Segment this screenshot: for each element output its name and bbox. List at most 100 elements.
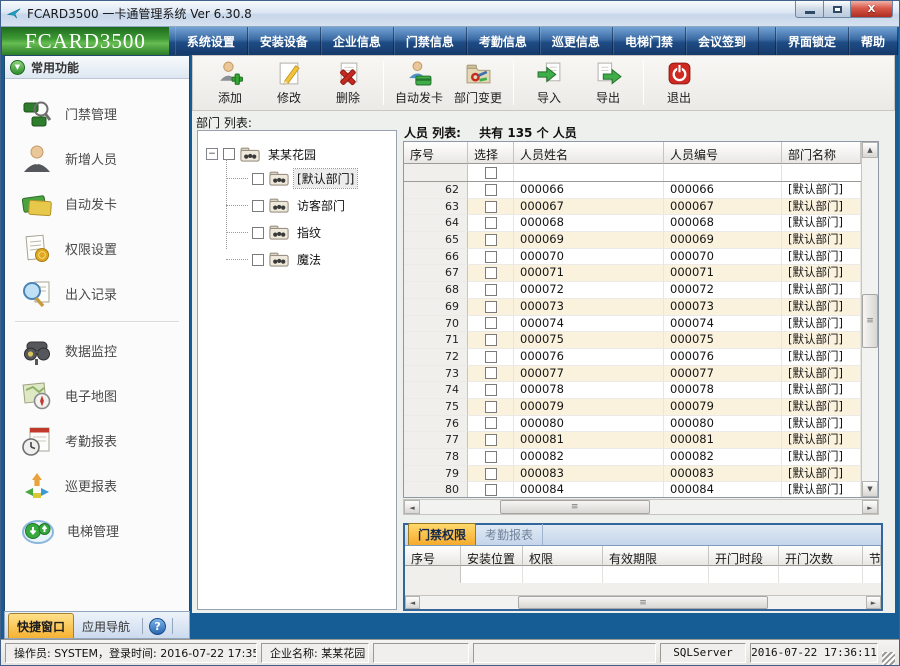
sidebar-item-permission[interactable]: 权限设置	[5, 226, 189, 271]
row-checkbox[interactable]	[485, 234, 497, 246]
menu-item[interactable]: 门禁信息	[394, 27, 467, 55]
dept-change-button[interactable]: 部门变更	[449, 58, 507, 108]
table-row[interactable]: 67 000071 000071 [默认部门]	[404, 265, 861, 282]
tree-child-row[interactable]: 魔法	[252, 246, 396, 273]
table-row[interactable]: 73 000077 000077 [默认部门]	[404, 366, 861, 383]
tree-root-row[interactable]: − 某某花园	[206, 143, 396, 165]
row-checkbox[interactable]	[485, 384, 497, 396]
detail-horizontal-scrollbar[interactable]: ◄ ≡ ►	[405, 595, 881, 609]
table-row[interactable]: 68 000072 000072 [默认部门]	[404, 282, 861, 299]
export-button[interactable]: 导出	[579, 58, 637, 108]
col-header-code[interactable]: 人员编号	[664, 142, 782, 164]
menu-item[interactable]: 会议签到	[686, 27, 759, 55]
tree-child-checkbox[interactable]	[252, 254, 264, 266]
col-header-no[interactable]: 序号	[405, 546, 461, 566]
row-checkbox[interactable]	[485, 434, 497, 446]
row-checkbox[interactable]	[485, 334, 497, 346]
col-header-open-period[interactable]: 开门时段	[709, 546, 779, 566]
col-header-name[interactable]: 人员姓名	[514, 142, 664, 164]
row-checkbox[interactable]	[485, 184, 497, 196]
sidebar-item-auto-card[interactable]: 自动发卡	[5, 181, 189, 226]
table-row[interactable]: 76 000080 000080 [默认部门]	[404, 416, 861, 433]
menu-item[interactable]: 帮助	[849, 27, 898, 55]
tree-child-row[interactable]: 指纹	[252, 219, 396, 246]
row-checkbox[interactable]	[485, 267, 497, 279]
tree-child-label[interactable]: 访客部门	[294, 196, 348, 215]
menu-item[interactable]: 考勤信息	[467, 27, 540, 55]
scroll-right-icon[interactable]: ►	[862, 500, 878, 514]
close-button[interactable]: X	[851, 1, 893, 18]
sidebar-item-add-user[interactable]: 新增人员	[5, 136, 189, 181]
scroll-right-icon[interactable]: ►	[866, 596, 881, 609]
tree-root-label[interactable]: 某某花园	[265, 145, 319, 164]
row-checkbox[interactable]	[485, 451, 497, 463]
table-row[interactable]: 69 000073 000073 [默认部门]	[404, 299, 861, 316]
tree-child-label[interactable]: 魔法	[294, 250, 324, 269]
menu-item[interactable]: 界面锁定	[775, 27, 849, 55]
sidebar-item-map[interactable]: 电子地图	[5, 373, 189, 418]
row-checkbox[interactable]	[485, 401, 497, 413]
tree-child-checkbox[interactable]	[252, 200, 264, 212]
scroll-left-icon[interactable]: ◄	[404, 500, 420, 514]
tab-app-nav[interactable]: 应用导航	[74, 614, 138, 638]
table-row[interactable]: 65 000069 000069 [默认部门]	[404, 232, 861, 249]
tab-attendance-report[interactable]: 考勤报表	[476, 524, 543, 545]
tree-child-label[interactable]: 指纹	[294, 223, 324, 242]
minimize-button[interactable]	[795, 1, 824, 18]
tree-child-row[interactable]: [默认部门]	[252, 165, 396, 192]
col-header-no[interactable]: 序号	[404, 142, 468, 164]
row-checkbox[interactable]	[485, 484, 497, 496]
col-header-permission[interactable]: 权限	[523, 546, 603, 566]
row-checkbox[interactable]	[485, 284, 497, 296]
scroll-thumb[interactable]: ≡	[862, 294, 878, 348]
help-icon[interactable]: ?	[149, 618, 166, 635]
col-header-holiday[interactable]: 节假日	[863, 546, 881, 566]
row-checkbox[interactable]	[485, 367, 497, 379]
table-row[interactable]: 75 000079 000079 [默认部门]	[404, 399, 861, 416]
row-checkbox[interactable]	[485, 417, 497, 429]
row-checkbox[interactable]	[485, 301, 497, 313]
menu-item[interactable]: 系统设置	[175, 27, 248, 55]
menu-item[interactable]: 安装设备	[248, 27, 321, 55]
menu-item[interactable]: 电梯门禁	[613, 27, 686, 55]
vertical-scrollbar[interactable]: ▲ ≡ ▼	[861, 142, 878, 497]
maximize-button[interactable]	[824, 1, 851, 18]
sidebar-item-patrol[interactable]: 巡更报表	[5, 463, 189, 508]
sidebar-item-monitor[interactable]: 数据监控	[5, 328, 189, 373]
auto-card-button[interactable]: 自动发卡	[390, 58, 448, 108]
horizontal-scrollbar[interactable]: ◄ ≡ ►	[403, 499, 879, 515]
collapse-button[interactable]: ▼	[10, 60, 25, 75]
table-row[interactable]: 80 000084 000084 [默认部门]	[404, 482, 861, 497]
tree-child-checkbox[interactable]	[252, 227, 264, 239]
table-row[interactable]: 66 000070 000070 [默认部门]	[404, 249, 861, 266]
select-all-checkbox[interactable]	[485, 167, 497, 179]
tree-root-checkbox[interactable]	[223, 148, 235, 160]
tree-child-label[interactable]: [默认部门]	[294, 169, 357, 188]
table-row[interactable]: 77 000081 000081 [默认部门]	[404, 432, 861, 449]
tree-child-checkbox[interactable]	[252, 173, 264, 185]
sidebar-item-elevator[interactable]: 电梯管理	[5, 508, 189, 553]
table-row[interactable]: 78 000082 000082 [默认部门]	[404, 449, 861, 466]
scroll-thumb[interactable]: ≡	[518, 596, 768, 609]
table-row[interactable]: 79 000083 000083 [默认部门]	[404, 466, 861, 483]
scroll-down-icon[interactable]: ▼	[862, 481, 878, 497]
add-button[interactable]: 添加	[201, 58, 259, 108]
exit-button[interactable]: 退出	[650, 58, 708, 108]
table-row[interactable]: 63 000067 000067 [默认部门]	[404, 199, 861, 216]
table-row[interactable]: 62 000066 000066 [默认部门]	[404, 182, 861, 199]
row-checkbox[interactable]	[485, 351, 497, 363]
import-button[interactable]: 导入	[520, 58, 578, 108]
col-header-open-count[interactable]: 开门次数	[779, 546, 863, 566]
col-header-location[interactable]: 安装位置	[461, 546, 523, 566]
sidebar-item-access-control[interactable]: 门禁管理	[5, 91, 189, 136]
table-row[interactable]: 72 000076 000076 [默认部门]	[404, 349, 861, 366]
scroll-up-icon[interactable]: ▲	[862, 142, 878, 158]
tree-child-row[interactable]: 访客部门	[252, 192, 396, 219]
resize-grip[interactable]	[882, 652, 895, 665]
col-header-select[interactable]: 选择	[468, 142, 514, 164]
delete-button[interactable]: 删除	[319, 58, 377, 108]
tab-quick-window[interactable]: 快捷窗口	[8, 613, 74, 638]
table-row[interactable]: 70 000074 000074 [默认部门]	[404, 316, 861, 333]
collapse-node-icon[interactable]: −	[206, 148, 218, 160]
menu-item[interactable]: 企业信息	[321, 27, 394, 55]
